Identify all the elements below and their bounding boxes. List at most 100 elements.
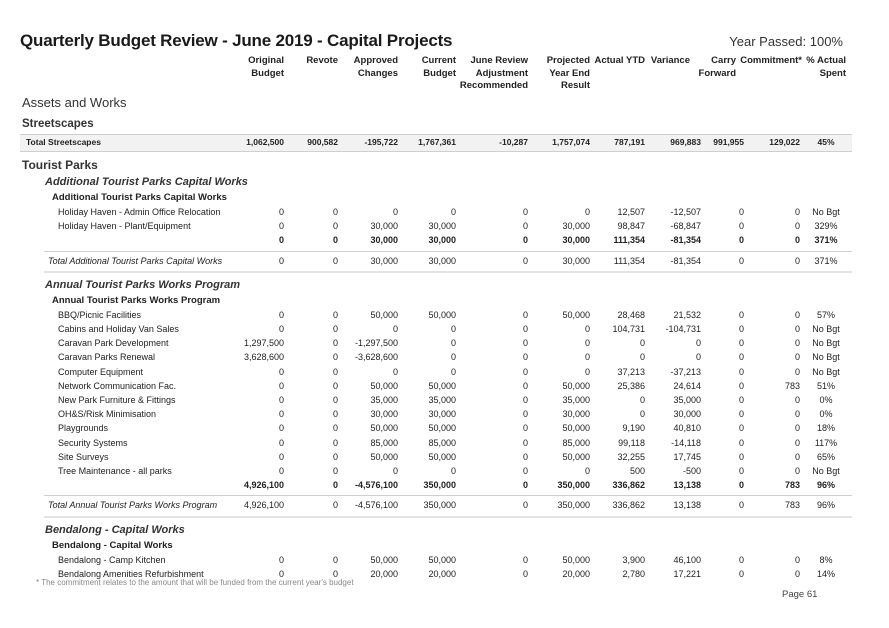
- cell-value: 0: [738, 480, 744, 491]
- cell-value: 0: [639, 409, 645, 420]
- cell-value: -81,354: [670, 235, 701, 246]
- cell-pct-actual-spent: 0%: [819, 395, 833, 405]
- cell-value: 0: [522, 568, 528, 579]
- cell-pct-actual-spent: No Bgt: [812, 207, 840, 217]
- cell-value: 0: [738, 352, 744, 363]
- cell-value: 50,000: [370, 309, 398, 320]
- cell-value: 0: [450, 366, 456, 377]
- column-header-line: [306, 68, 338, 81]
- cell-value: 0: [522, 423, 528, 434]
- cell-pct-actual-spent: 371%: [814, 235, 838, 246]
- cell-value: 40,810: [673, 423, 701, 434]
- cell-value: 0: [522, 451, 528, 462]
- cell-value: 50,000: [370, 380, 398, 391]
- section-heading: Assets and Works: [22, 95, 127, 110]
- table-row: Caravan Park Development 1,297,500 0 -1,297…: [0, 338, 889, 352]
- cell-pct-actual-spent: 0%: [819, 409, 833, 420]
- cell-value: 35,000: [562, 395, 590, 405]
- cell-value: 0: [332, 466, 338, 476]
- cell-value: -10,287: [499, 137, 528, 147]
- cell-value: 0: [278, 309, 284, 320]
- cell-value: 0: [332, 221, 338, 232]
- cell-value: 0: [794, 207, 800, 217]
- cell-value: 0: [738, 255, 744, 266]
- tourist-parks-heading: Tourist Parks: [22, 158, 98, 172]
- column-header: Revote: [306, 55, 338, 93]
- cell-value: 0: [278, 207, 284, 217]
- cell-value: 0: [738, 451, 744, 462]
- row-label: Caravan Park Development: [58, 338, 169, 349]
- cell-value: 350,000: [557, 500, 590, 511]
- column-header-line: Original: [248, 55, 284, 66]
- column-header-line: [740, 68, 802, 81]
- footnote: * The commitment relates to the amount t…: [36, 578, 354, 587]
- row-label: Total Streetscapes: [26, 137, 101, 147]
- cell-value: 28,468: [617, 309, 645, 320]
- cell-value: 9,190: [622, 423, 645, 434]
- cell-value: 0: [738, 366, 744, 377]
- cell-value: 2,780: [622, 568, 645, 579]
- cell-value: 85,000: [562, 437, 590, 448]
- year-passed: Year Passed: 100%: [729, 34, 843, 49]
- cell-value: 98,847: [617, 221, 645, 232]
- cell-value: 0: [639, 352, 645, 363]
- cell-value: 0: [738, 395, 744, 405]
- cell-value: 30,000: [428, 255, 456, 266]
- cell-value: 969,883: [670, 137, 701, 147]
- cell-value: 500: [629, 466, 645, 476]
- table-row: Caravan Parks Renewal 3,628,600 0 -3,628,60…: [0, 352, 889, 366]
- cell-value: 30,000: [370, 221, 398, 232]
- column-header-line: Variance: [650, 55, 690, 66]
- cell-value: 30,000: [562, 409, 590, 420]
- table-row: Holiday Haven - Plant/Equipment 0 0 30,000 3…: [0, 221, 889, 235]
- cell-value: 35,000: [370, 395, 398, 405]
- column-header-line: Commitment*: [740, 55, 802, 66]
- cell-value: 30,000: [428, 235, 456, 246]
- cell-value: 336,862: [612, 480, 645, 491]
- column-header: Carry Forward: [699, 55, 736, 93]
- column-header-line: Adjustment: [475, 67, 528, 79]
- cell-value: 0: [738, 466, 744, 476]
- cell-value: 0: [450, 207, 456, 217]
- row-label: Caravan Parks Renewal: [58, 352, 156, 363]
- cell-value: 0: [738, 309, 744, 320]
- cell-value: 0: [794, 423, 800, 434]
- cell-value: 24,614: [673, 380, 701, 391]
- cell-value: 0: [738, 554, 744, 565]
- cell-value: 783: [784, 500, 800, 511]
- cell-value: 35,000: [428, 395, 456, 405]
- column-header-line: [740, 80, 802, 93]
- cell-value: 0: [278, 221, 284, 232]
- row-label: Total Additional Tourist Parks Capital W…: [48, 255, 223, 266]
- cell-value: 0: [278, 451, 284, 462]
- cell-value: 0: [278, 395, 284, 405]
- cell-value: 0: [738, 568, 744, 579]
- cell-value: 30,000: [370, 255, 398, 266]
- group-total-row: Total Annual Tourist Parks Works Program…: [0, 500, 889, 514]
- cell-value: 0: [278, 466, 284, 476]
- cell-value: 0: [695, 352, 701, 363]
- cell-value: 0: [450, 466, 456, 476]
- cell-value: 0: [794, 409, 800, 420]
- column-header-line: [699, 80, 736, 93]
- cell-value: 0: [332, 309, 338, 320]
- table-row: Security Systems 0 0 85,000 85,000 0 85,000 99,…: [0, 438, 889, 452]
- table-row: Playgrounds 0 0 50,000 50,000 0 50,000 9,190 40,…: [0, 423, 889, 437]
- cell-value: -81,354: [670, 255, 701, 266]
- column-header: % Actual Spent: [806, 55, 846, 93]
- cell-value: -68,847: [670, 221, 701, 232]
- cell-value: 35,000: [673, 395, 701, 405]
- row-label: Cabins and Holiday Van Sales: [58, 324, 179, 334]
- table-row: Network Communication Fac. 0 0 50,000 50,000…: [0, 381, 889, 395]
- column-header-line: Revote: [306, 55, 338, 66]
- cell-value: -37,213: [670, 366, 701, 377]
- cell-value: 0: [794, 568, 800, 579]
- cell-value: 0: [794, 221, 800, 232]
- cell-pct-actual-spent: No Bgt: [812, 366, 840, 377]
- row-label: Site Surveys: [58, 451, 109, 462]
- cell-value: 0: [794, 255, 800, 266]
- total-divider: [44, 250, 852, 252]
- cell-value: 0: [738, 380, 744, 391]
- row-label: Total Annual Tourist Parks Works Program: [48, 500, 218, 511]
- cell-value: 50,000: [562, 423, 590, 434]
